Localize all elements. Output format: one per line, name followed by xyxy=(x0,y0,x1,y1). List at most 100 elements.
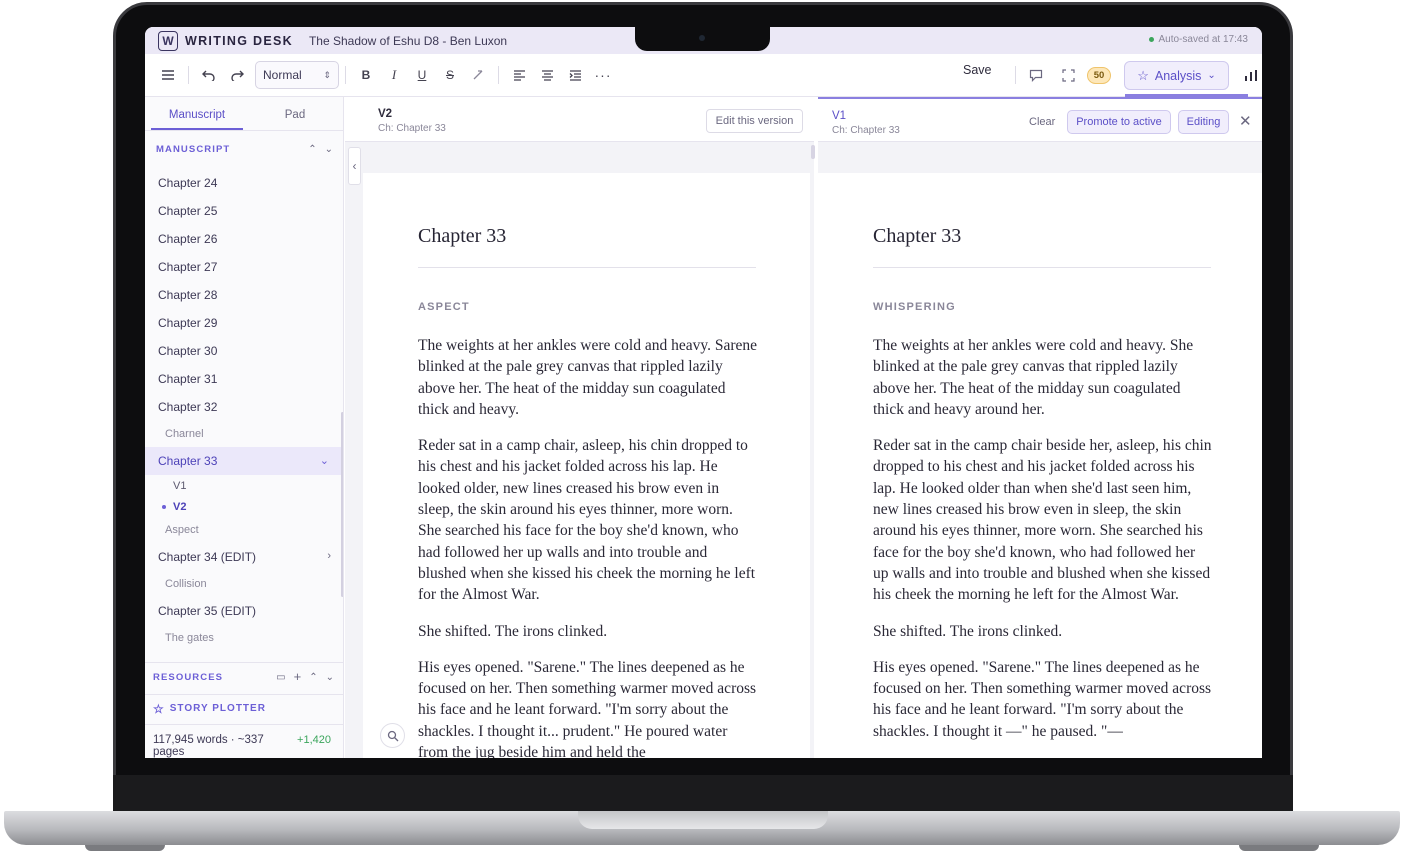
story-plotter-label: STORY PLOTTER xyxy=(169,703,266,714)
redo-icon[interactable] xyxy=(223,61,251,89)
analysis-button[interactable]: ☆ Analysis ⌄ xyxy=(1124,61,1248,97)
scene-label-the-gates[interactable]: The gates xyxy=(145,625,343,651)
manuscript-text[interactable]: The weights at her ankles were cold and … xyxy=(418,335,758,758)
pane-chapter-ref: Ch: Chapter 33 xyxy=(378,123,446,134)
pane-version-name: V1 xyxy=(832,110,847,122)
search-button[interactable] xyxy=(380,723,405,748)
align-left-icon[interactable] xyxy=(505,61,533,89)
app-name: WRITING DESK xyxy=(185,33,293,48)
version-pane-v1: V1 Ch: Chapter 33 Clear Promote to activ… xyxy=(818,97,1262,758)
chapter-heading: Chapter 33 xyxy=(873,225,962,247)
toolbar-divider xyxy=(345,66,346,84)
camera-notch xyxy=(635,27,770,51)
paragraph: His eyes opened. "Sarene." The lines dee… xyxy=(418,658,757,758)
pane-version-name: V2 xyxy=(378,108,393,120)
paragraph-style-value: Normal xyxy=(263,68,302,82)
paragraph: Reder sat in the camp chair beside her, … xyxy=(873,437,1212,604)
toolbar-divider xyxy=(1015,66,1016,84)
promote-to-active-button[interactable]: Promote to active xyxy=(1067,110,1171,134)
document-title: The Shadow of Eshu D8 - Ben Luxon xyxy=(308,33,508,48)
scene-label-charnel[interactable]: Charnel xyxy=(145,421,343,447)
sidebar-item-chapter-26[interactable]: Chapter 26 xyxy=(145,225,343,253)
manuscript-label: MANUSCRIPT xyxy=(156,143,231,155)
fullscreen-icon[interactable] xyxy=(1054,61,1082,89)
scene-heading: ASPECT xyxy=(418,301,470,313)
version-item-v1[interactable]: V1 xyxy=(145,475,343,496)
document-page-v1: Chapter 33 WHISPERING The weights at her… xyxy=(818,173,1262,758)
comment-icon[interactable] xyxy=(1022,61,1050,89)
collapse-sidebar-button[interactable]: ‹ xyxy=(348,147,361,185)
indent-icon[interactable] xyxy=(561,61,589,89)
autosave-dot-icon xyxy=(1149,37,1155,42)
scene-label-aspect[interactable]: Aspect xyxy=(145,517,343,543)
more-icon[interactable]: ··· xyxy=(589,61,617,89)
chevron-up-icon[interactable]: ⌃ xyxy=(308,144,316,155)
sidebar-item-chapter-31[interactable]: Chapter 31 xyxy=(145,365,343,393)
split-resize-handle[interactable] xyxy=(811,145,815,159)
sidebar-scrollbar[interactable] xyxy=(341,412,343,597)
scene-label-collision[interactable]: Collision xyxy=(145,571,343,597)
editing-button[interactable]: Editing xyxy=(1178,110,1229,134)
sidebar-item-chapter-28[interactable]: Chapter 28 xyxy=(145,281,343,309)
tab-pad[interactable]: Pad xyxy=(249,97,341,130)
close-icon[interactable]: ✕ xyxy=(1239,112,1252,130)
manuscript-section-header: MANUSCRIPT ⌃ ⌄ xyxy=(156,137,333,161)
laptop-base-notch xyxy=(578,811,828,829)
plus-icon[interactable]: + xyxy=(294,670,302,683)
paragraph-style-select[interactable]: Normal ⇕ xyxy=(255,61,339,89)
analysis-label: Analysis xyxy=(1154,68,1202,83)
paragraph: Reder sat in a camp chair, asleep, his c… xyxy=(418,437,756,604)
sidebar-item-chapter-34[interactable]: Chapter 34 (EDIT) › xyxy=(145,543,343,571)
sidebar-item-chapter-30[interactable]: Chapter 30 xyxy=(145,337,343,365)
search-icon xyxy=(387,730,398,741)
sidebar-item-chapter-25[interactable]: Chapter 25 xyxy=(145,197,343,225)
pane-chapter-ref: Ch: Chapter 33 xyxy=(832,125,900,136)
chevron-down-icon[interactable]: ⌄ xyxy=(326,672,334,683)
undo-icon[interactable] xyxy=(195,61,223,89)
edit-version-button[interactable]: Edit this version xyxy=(706,109,803,133)
sidebar-tabs: Manuscript Pad xyxy=(145,97,343,131)
resources-header-controls: ▭ + ⌃ ⌄ xyxy=(276,670,334,683)
sidebar: Manuscript Pad MANUSCRIPT ⌃ ⌄ Chapter 24… xyxy=(145,97,344,758)
menu-icon[interactable] xyxy=(154,61,182,89)
save-button[interactable]: Save xyxy=(963,63,992,77)
align-center-icon[interactable] xyxy=(533,61,561,89)
autosave-text: Auto-saved at 17:43 xyxy=(1158,34,1248,45)
toolbar: Normal ⇕ B I U S ··· Save 50 ☆ Analysis … xyxy=(145,54,1262,97)
chevron-right-icon[interactable]: › xyxy=(327,550,331,562)
chapter-34-label: Chapter 34 (EDIT) xyxy=(158,550,257,564)
clear-button[interactable]: Clear xyxy=(1029,116,1055,128)
clear-format-icon[interactable] xyxy=(464,61,492,89)
tab-manuscript[interactable]: Manuscript xyxy=(151,97,243,130)
laptop-foot-right xyxy=(1239,845,1319,851)
bar-chart-icon[interactable] xyxy=(1237,61,1262,89)
chevron-down-icon[interactable]: ⌄ xyxy=(325,144,333,155)
laptop-bezel-bottom xyxy=(113,775,1293,813)
sidebar-item-chapter-35[interactable]: Chapter 35 (EDIT) xyxy=(145,597,343,625)
heading-divider xyxy=(873,267,1211,268)
chevron-up-icon[interactable]: ⌃ xyxy=(309,672,317,683)
chevron-down-icon[interactable]: ⌄ xyxy=(320,454,329,467)
paragraph: The weights at her ankles were cold and … xyxy=(418,337,757,418)
bold-icon[interactable]: B xyxy=(352,61,380,89)
sidebar-item-chapter-24[interactable]: Chapter 24 xyxy=(145,169,343,197)
chapter-list: Chapter 24 Chapter 25 Chapter 26 Chapter… xyxy=(145,169,343,651)
select-arrows-icon: ⇕ xyxy=(323,69,331,80)
story-plotter-link[interactable]: ☆ STORY PLOTTER xyxy=(145,694,343,722)
strikethrough-icon[interactable]: S xyxy=(436,61,464,89)
sidebar-item-chapter-32[interactable]: Chapter 32 xyxy=(145,393,343,421)
sidebar-item-chapter-33[interactable]: Chapter 33 ⌄ xyxy=(145,447,343,475)
italic-icon[interactable]: I xyxy=(380,61,408,89)
manuscript-text[interactable]: The weights at her ankles were cold and … xyxy=(873,335,1213,757)
sidebar-item-chapter-29[interactable]: Chapter 29 xyxy=(145,309,343,337)
resources-label: RESOURCES xyxy=(153,672,224,683)
issues-count-badge[interactable]: 50 xyxy=(1087,67,1111,84)
paragraph: His eyes opened. "Sarene." The lines dee… xyxy=(873,658,1212,740)
version-item-v2[interactable]: V2 xyxy=(145,496,343,517)
folder-icon[interactable]: ▭ xyxy=(276,672,285,683)
chapter-33-label: Chapter 33 xyxy=(158,454,218,468)
laptop-foot-left xyxy=(85,845,165,851)
word-count-row: 117,945 words · ~337 pages +1,420 xyxy=(145,724,343,758)
sidebar-item-chapter-27[interactable]: Chapter 27 xyxy=(145,253,343,281)
underline-icon[interactable]: U xyxy=(408,61,436,89)
